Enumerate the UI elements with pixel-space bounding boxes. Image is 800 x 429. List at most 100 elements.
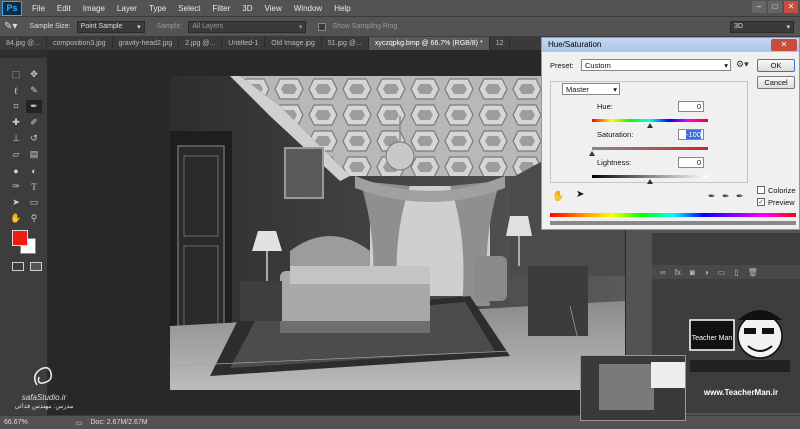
tab-xyczqpkg[interactable]: xyczqpkg.bmp @ 66.7% (RGB/8) * bbox=[368, 37, 490, 50]
dialog-close-button[interactable]: ✕ bbox=[771, 39, 797, 51]
eyedropper-add-icon[interactable]: ✒ bbox=[722, 191, 730, 202]
channel-select[interactable]: Master ▾ bbox=[562, 83, 620, 95]
tab-gravity-head2[interactable]: gravity-head2.jpg bbox=[113, 37, 180, 50]
doc-size[interactable]: Doc: 2.67M/2.67M bbox=[90, 419, 147, 426]
hand-icon[interactable]: ✋ bbox=[8, 212, 24, 225]
brush-icon[interactable]: ✐ bbox=[26, 116, 42, 129]
saturation-label: Saturation: bbox=[597, 130, 634, 139]
eyedropper-icon[interactable]: ✒ bbox=[26, 100, 42, 113]
zoom-icon[interactable]: ⚲ bbox=[26, 212, 42, 225]
preset-select[interactable]: Custom ▾ bbox=[581, 59, 731, 71]
hue-input[interactable]: 0 bbox=[678, 101, 704, 112]
new-layer-icon[interactable]: ▯ bbox=[734, 268, 738, 277]
status-icon: ▭ bbox=[75, 419, 83, 427]
foreground-color-swatch[interactable] bbox=[12, 230, 28, 246]
maximize-button[interactable]: □ bbox=[768, 1, 782, 13]
preset-options-icon[interactable]: ⚙▾ bbox=[736, 59, 749, 70]
lightness-slider-track[interactable] bbox=[592, 175, 708, 178]
gradient-icon[interactable]: ▤ bbox=[26, 148, 42, 161]
lasso-icon[interactable]: ℓ bbox=[8, 84, 24, 97]
inset-canvas bbox=[599, 364, 654, 410]
sample-value: All Layers bbox=[192, 23, 224, 30]
menu-layer[interactable]: Layer bbox=[111, 4, 143, 13]
menu-edit[interactable]: Edit bbox=[51, 4, 77, 13]
shape-icon[interactable]: ▭ bbox=[26, 196, 42, 209]
menu-type[interactable]: Type bbox=[143, 4, 172, 13]
workspace-select[interactable]: 3D ▾ bbox=[730, 20, 794, 33]
preview-label: Preview bbox=[768, 198, 795, 207]
eyedropper-sample-icon[interactable]: ✒ bbox=[708, 191, 716, 202]
saturation-value: -100 bbox=[685, 130, 701, 139]
menu-image[interactable]: Image bbox=[77, 4, 111, 13]
tools-panel-grip[interactable] bbox=[0, 50, 48, 58]
add-mask-icon[interactable]: ◙ bbox=[690, 268, 695, 277]
screen-mode-icon[interactable] bbox=[30, 262, 42, 271]
targeted-adjustment-icon[interactable]: ✋ bbox=[552, 191, 564, 202]
sample-select[interactable]: All Layers ▾ bbox=[188, 20, 307, 33]
cancel-button[interactable]: Cancel bbox=[757, 76, 795, 89]
safastudio-site: safaStudio.ir bbox=[21, 393, 67, 402]
menu-window[interactable]: Window bbox=[288, 4, 328, 13]
eyedropper-subtract-icon[interactable]: ✒ bbox=[736, 191, 744, 202]
saturation-input[interactable]: -100 bbox=[678, 129, 704, 140]
delete-layer-icon[interactable]: 🗑 bbox=[748, 268, 758, 277]
eyedropper-option-icon[interactable]: ✎▾ bbox=[4, 21, 17, 32]
marquee-icon[interactable]: ⬚ bbox=[8, 68, 24, 81]
menu-file[interactable]: File bbox=[26, 4, 51, 13]
hue-spectrum-bar-bottom bbox=[550, 221, 796, 225]
minimize-button[interactable]: – bbox=[752, 1, 766, 13]
blur-icon[interactable]: ● bbox=[8, 164, 24, 177]
menu-select[interactable]: Select bbox=[172, 4, 206, 13]
adjustment-layer-icon[interactable]: ◑ bbox=[704, 268, 709, 277]
preview-checkbox[interactable]: ✓ bbox=[757, 198, 765, 206]
tab-composition3[interactable]: composition3.jpg bbox=[47, 37, 113, 50]
quick-select-icon[interactable]: ✎ bbox=[26, 84, 42, 97]
lightness-slider-thumb[interactable] bbox=[647, 179, 653, 184]
chevron-down-icon: ▾ bbox=[786, 23, 790, 31]
tab-2[interactable]: 2.jpg @... bbox=[179, 37, 223, 50]
colorize-checkbox[interactable] bbox=[757, 186, 765, 194]
dodge-icon[interactable]: ◐ bbox=[26, 164, 42, 177]
saturation-slider-track[interactable] bbox=[592, 147, 708, 150]
quick-mask-icon[interactable] bbox=[12, 262, 24, 271]
sample-size-select[interactable]: Point Sample ▾ bbox=[76, 20, 145, 33]
menu-filter[interactable]: Filter bbox=[207, 4, 237, 13]
healing-icon[interactable]: ✚ bbox=[8, 116, 24, 129]
menu-help[interactable]: Help bbox=[328, 4, 356, 13]
dialog-title[interactable]: Hue/Saturation bbox=[542, 38, 799, 52]
fx-icon[interactable]: fx bbox=[675, 268, 681, 277]
close-window-button[interactable]: ✕ bbox=[784, 1, 798, 13]
new-group-icon[interactable]: ▭ bbox=[718, 268, 726, 277]
tab-untitled-1[interactable]: Untitled-1 bbox=[222, 37, 266, 50]
ok-button[interactable]: OK bbox=[757, 59, 795, 72]
teacherman-logo: Teacher Man bbox=[689, 310, 790, 372]
menu-3d[interactable]: 3D bbox=[236, 4, 258, 13]
safastudio-watermark: safaStudio.ir مدرس: مهندس فدائی bbox=[14, 365, 74, 415]
move-icon[interactable]: ✥ bbox=[26, 68, 42, 81]
hue-label: Hue: bbox=[597, 102, 613, 111]
preset-label: Preset: bbox=[550, 61, 574, 70]
menu-bar: Ps File Edit Image Layer Type Select Fil… bbox=[0, 0, 800, 17]
path-select-icon[interactable]: ➤ bbox=[8, 196, 24, 209]
tab-84[interactable]: 84.jpg @... bbox=[0, 37, 47, 50]
eraser-icon[interactable]: ▱ bbox=[8, 148, 24, 161]
stamp-icon[interactable]: ⊥ bbox=[8, 132, 24, 145]
pen-icon[interactable]: ✑ bbox=[8, 180, 24, 193]
zoom-level[interactable]: 66.67% bbox=[4, 419, 28, 426]
lightness-input[interactable]: 0 bbox=[678, 157, 704, 168]
sample-size-value: Point Sample bbox=[80, 23, 123, 30]
history-brush-icon[interactable]: ↺ bbox=[26, 132, 42, 145]
tab-51[interactable]: 51.jpg @... bbox=[322, 37, 369, 50]
hue-slider-thumb[interactable] bbox=[647, 123, 653, 128]
sampling-ring-checkbox[interactable] bbox=[318, 22, 327, 31]
chevron-down-icon: ▾ bbox=[137, 23, 141, 31]
crop-icon[interactable]: ⌗ bbox=[8, 100, 24, 113]
link-layers-icon[interactable]: ∞ bbox=[660, 268, 666, 277]
tab-old-image[interactable]: Old Image.jpg bbox=[265, 37, 322, 50]
menu-view[interactable]: View bbox=[259, 4, 288, 13]
saturation-slider-thumb[interactable] bbox=[589, 151, 595, 156]
tab-12[interactable]: 12 bbox=[490, 37, 511, 50]
options-bar: ✎▾ Sample Size: Point Sample ▾ Sample: Al… bbox=[0, 17, 800, 37]
hue-slider-track[interactable] bbox=[592, 119, 708, 122]
type-icon[interactable]: T bbox=[26, 180, 42, 193]
